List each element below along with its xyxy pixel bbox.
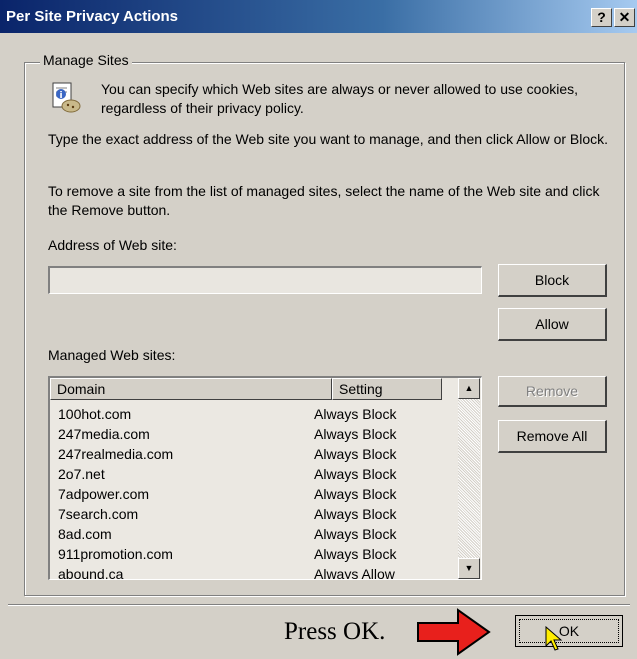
- table-row[interactable]: 2o7.net Always Block: [50, 464, 460, 484]
- press-ok-annotation: Press OK.: [284, 618, 386, 645]
- mouse-pointer-icon: [545, 626, 563, 651]
- ok-button[interactable]: OK: [515, 615, 623, 647]
- table-row[interactable]: 7adpower.com Always Block: [50, 484, 460, 504]
- focus-rectangle: [519, 619, 619, 643]
- setting-cell: Always Block: [314, 506, 397, 522]
- table-row[interactable]: 7search.com Always Block: [50, 504, 460, 524]
- setting-cell: Always Block: [314, 526, 397, 542]
- setting-cell: Always Block: [314, 546, 397, 562]
- setting-cell: Always Block: [314, 406, 397, 422]
- scroll-up-arrow-icon[interactable]: ▲: [458, 378, 480, 399]
- window-title: Per Site Privacy Actions: [6, 8, 179, 25]
- help-button[interactable]: ?: [591, 8, 612, 27]
- table-row[interactable]: 247realmedia.com Always Block: [50, 444, 460, 464]
- address-input[interactable]: [48, 266, 482, 294]
- remove-instructions-text: To remove a site from the list of manage…: [48, 183, 600, 218]
- svg-text:i: i: [59, 91, 62, 101]
- address-label: Address of Web site:: [48, 237, 177, 253]
- table-row[interactable]: abound.ca Always Allow: [50, 564, 460, 580]
- privacy-info-icon: i: [52, 82, 81, 113]
- setting-cell: Always Allow: [314, 566, 395, 580]
- intro-text: You can specify which Web sites are alwa…: [101, 81, 579, 116]
- separator: [8, 604, 630, 606]
- domain-cell: 247realmedia.com: [58, 446, 174, 462]
- domain-cell: 8ad.com: [58, 526, 112, 542]
- title-bar[interactable]: Per Site Privacy Actions ? ✕: [0, 0, 637, 33]
- instructions-text: Type the exact address of the Web site y…: [48, 131, 609, 147]
- setting-cell: Always Block: [314, 466, 397, 482]
- domain-cell: 7search.com: [58, 506, 139, 522]
- dialog-window: Per Site Privacy Actions ? ✕ Manage Site…: [0, 0, 637, 659]
- allow-button[interactable]: Allow: [498, 308, 607, 341]
- domain-cell: 2o7.net: [58, 466, 105, 482]
- vertical-scrollbar[interactable]: ▲ ▼: [458, 378, 480, 579]
- domain-cell: 7adpower.com: [58, 486, 150, 502]
- table-row[interactable]: 100hot.com Always Block: [50, 404, 460, 424]
- setting-cell: Always Block: [314, 426, 397, 442]
- domain-cell: 911promotion.com: [58, 546, 173, 562]
- block-button[interactable]: Block: [498, 264, 607, 297]
- red-arrow-icon: [417, 608, 491, 656]
- group-label: Manage Sites: [40, 52, 132, 68]
- domain-cell: 100hot.com: [58, 406, 132, 422]
- column-header-domain[interactable]: Domain: [50, 378, 332, 400]
- table-row[interactable]: 911promotion.com Always Block: [50, 544, 460, 564]
- table-row[interactable]: 8ad.com Always Block: [50, 524, 460, 544]
- close-button[interactable]: ✕: [614, 8, 635, 27]
- remove-all-button[interactable]: Remove All: [498, 420, 607, 453]
- table-row[interactable]: 247media.com Always Block: [50, 424, 460, 444]
- managed-sites-list[interactable]: Domain Setting 100hot.com Always Block 2…: [48, 376, 482, 580]
- domain-cell: 247media.com: [58, 426, 150, 442]
- managed-sites-label: Managed Web sites:: [48, 347, 176, 363]
- domain-cell: abound.ca: [58, 566, 124, 580]
- setting-cell: Always Block: [314, 486, 397, 502]
- scroll-down-arrow-icon[interactable]: ▼: [458, 558, 480, 579]
- column-header-setting[interactable]: Setting: [332, 378, 442, 400]
- remove-button[interactable]: Remove: [498, 376, 607, 407]
- setting-cell: Always Block: [314, 446, 397, 462]
